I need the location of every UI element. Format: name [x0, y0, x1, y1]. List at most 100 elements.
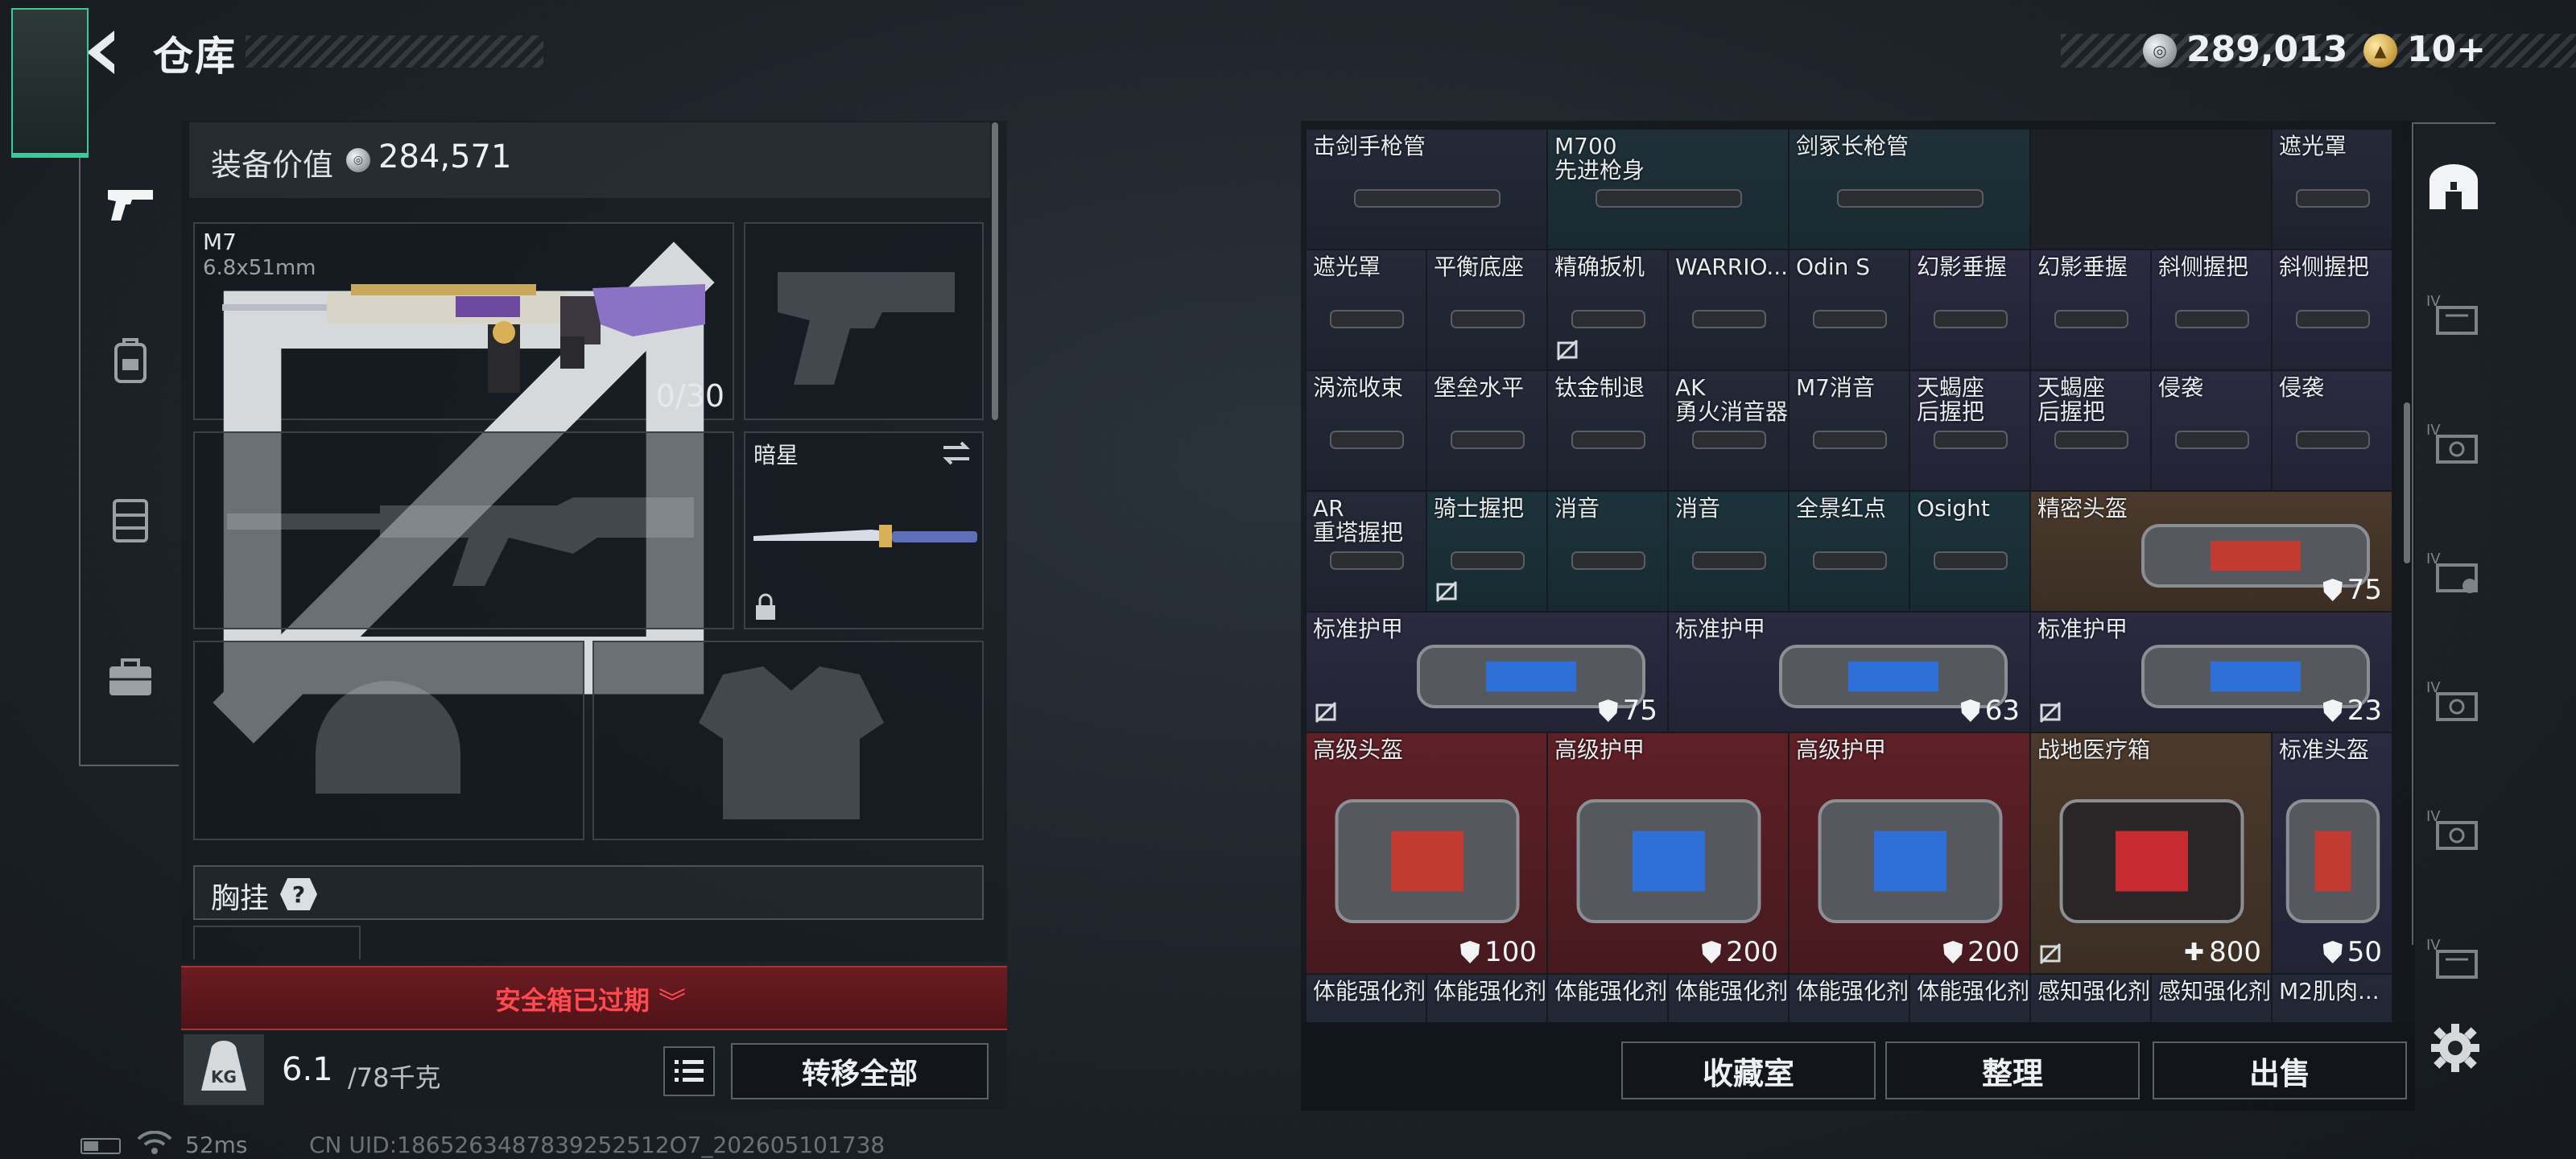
stash-item-label: M700 先进枪身 — [1554, 133, 1645, 184]
stash-item[interactable]: 侵袭 — [2272, 370, 2392, 491]
title-stripe-decoration — [246, 35, 543, 68]
shield-icon — [1960, 699, 1980, 722]
tier-iv-case-icon[interactable]: IV — [2423, 290, 2484, 338]
tier-iv-case-icon[interactable]: IV — [2423, 676, 2484, 724]
stash-item[interactable]: AK 勇火消音器 — [1668, 370, 1789, 491]
container-tab-icon[interactable] — [2423, 161, 2484, 209]
stash-item[interactable]: Osight — [1909, 491, 2030, 612]
stash-item-label: 战地医疗箱 — [2037, 736, 2151, 763]
stash-item[interactable]: 高级护甲 200 — [1547, 732, 1789, 974]
gold-currency-amount[interactable]: 10+ — [2407, 29, 2486, 70]
stash-item[interactable]: 消音 — [1547, 491, 1668, 612]
secondary-weapon-slot[interactable] — [744, 222, 984, 420]
no-trade-icon — [1435, 580, 1458, 603]
double-chevron-down-icon: ︾ — [658, 987, 686, 1019]
item-durability-value: 800 — [2209, 936, 2261, 968]
stash-item[interactable]: 斜侧握把 — [2272, 250, 2392, 370]
stash-item[interactable]: 斜侧握把 — [2151, 250, 2272, 370]
stash-item[interactable]: 剑冢长枪管 — [1789, 129, 2030, 250]
stash-item[interactable]: Odin S — [1789, 250, 1909, 370]
max-weight: /78千克 — [348, 1062, 441, 1093]
no-trade-icon — [1315, 701, 1337, 724]
stash-item[interactable]: 消音 — [1668, 491, 1789, 612]
settings-gear-icon[interactable] — [2429, 1022, 2481, 1074]
stash-item[interactable]: 精密头盔 75 — [2030, 491, 2392, 612]
stash-item[interactable]: 骑士握把 — [1426, 491, 1547, 612]
stash-grid: 击剑手枪管 M700 先进枪身 剑冢长枪管 遮光罩 遮光罩 平衡底座 精确扳机 WARRIO.… — [1306, 129, 2392, 1030]
stash-item[interactable]: 遮光罩 — [1306, 250, 1426, 370]
stash-item-label: Odin S — [1796, 254, 1871, 280]
stash-item[interactable]: 击剑手枪管 — [1306, 129, 1547, 250]
stash-item[interactable]: 平衡底座 — [1426, 250, 1547, 370]
stash-item[interactable]: 标准护甲 23 — [2030, 612, 2392, 732]
stash-item-label: M7消音 — [1796, 374, 1875, 401]
briefcase-icon[interactable] — [103, 650, 158, 705]
stash-item[interactable]: 标准头盔 50 — [2272, 732, 2392, 974]
stash-item-label: 体能强化剂 — [1554, 978, 1668, 1004]
stash-item[interactable]: 幻影垂握 — [2030, 250, 2151, 370]
stash-item[interactable]: 标准护甲 63 — [1668, 612, 2030, 732]
network-ping: 52ms — [185, 1132, 248, 1158]
stash-item-label: 精密头盔 — [2037, 495, 2128, 522]
item-durability: 50 — [2322, 936, 2382, 968]
stash-item[interactable]: 幻影垂握 — [1909, 250, 2030, 370]
stash-item-label: AR 重塔握把 — [1313, 495, 1404, 546]
stash-item-label: 感知强化剂 — [2158, 978, 2272, 1004]
vest-icon[interactable] — [103, 493, 158, 547]
tab-weapons[interactable] — [11, 8, 89, 158]
loadout-scrollbar[interactable] — [992, 122, 998, 420]
stash-item[interactable]: 高级头盔 100 — [1306, 732, 1547, 974]
stash-item[interactable]: M700 先进枪身 — [1547, 129, 1789, 250]
safe-box-status: 安全箱已过期 — [495, 985, 650, 1016]
stash-item[interactable]: 高级护甲 200 — [1789, 732, 2030, 974]
stash-item[interactable]: M7消音 — [1789, 370, 1909, 491]
primary-weapon-slot[interactable]: M7 6.8x51mm 0/30 — [193, 222, 734, 744]
tier-iv-case-icon[interactable]: IV — [2423, 934, 2484, 982]
stash-item-label: Osight — [1917, 495, 1990, 522]
lock-icon — [756, 593, 775, 620]
chest-rig-subslot[interactable] — [193, 926, 361, 959]
stash-scrollbar[interactable] — [2404, 402, 2410, 563]
stash-item[interactable]: AR 重塔握把 — [1306, 491, 1426, 612]
melee-weapon-slot[interactable]: 暗星 — [744, 431, 984, 629]
stash-item[interactable]: 钛金制退 — [1547, 370, 1668, 491]
pistol-silhouette-icon — [778, 272, 955, 385]
battery-icon — [80, 1138, 121, 1154]
shield-icon — [2322, 941, 2343, 963]
tier-iv-case-icon[interactable]: IV — [2423, 805, 2484, 853]
stash-item[interactable]: 堡垒水平 — [1426, 370, 1547, 491]
body-armor-slot[interactable] — [592, 641, 984, 840]
stash-item[interactable]: 侵袭 — [2151, 370, 2272, 491]
stash-item-label: 幻影垂握 — [2037, 254, 2128, 280]
stash-item[interactable]: 精确扳机 — [1547, 250, 1668, 370]
stash-item[interactable]: 天蝎座 后握把 — [1909, 370, 2030, 491]
transfer-all-button[interactable]: 转移全部 — [731, 1043, 989, 1099]
help-icon[interactable]: ? — [280, 878, 317, 910]
stash-item[interactable]: 全景红点 — [1789, 491, 1909, 612]
stash-item-label: 幻影垂握 — [1917, 254, 2008, 280]
helmet-slot[interactable] — [193, 641, 584, 840]
stash-item[interactable]: 遮光罩 — [2272, 129, 2392, 250]
stash-item[interactable]: 标准护甲 75 — [1306, 612, 1668, 732]
page-title: 仓库 — [153, 33, 237, 80]
secondary-primary-weapon-slot[interactable] — [193, 431, 734, 629]
stash-item[interactable]: WARRIO... — [1668, 250, 1789, 370]
stash-item[interactable] — [2030, 129, 2272, 250]
collection-room-button[interactable]: 收藏室 — [1621, 1041, 1876, 1099]
stash-item-label: 天蝎座 后握把 — [2037, 374, 2106, 425]
stash-item-label: AK 勇火消音器 — [1675, 374, 1789, 425]
sell-button[interactable]: 出售 — [2153, 1041, 2407, 1099]
stash-item[interactable]: 战地医疗箱 ✚ 800 — [2030, 732, 2272, 974]
list-view-button[interactable] — [663, 1046, 715, 1096]
backpack-icon[interactable] — [103, 333, 158, 388]
stash-item-label: 侵袭 — [2279, 374, 2325, 401]
tier-iv-case-icon[interactable]: IV — [2423, 547, 2484, 596]
wifi-icon — [137, 1130, 172, 1159]
stash-item[interactable]: 涡流收束 — [1306, 370, 1426, 491]
stash-item[interactable]: 天蝎座 后握把 — [2030, 370, 2151, 491]
item-image — [2031, 130, 2272, 250]
swap-icon[interactable] — [940, 439, 972, 467]
current-weight: 6.1 — [282, 1051, 333, 1088]
tier-iv-case-icon[interactable]: IV — [2423, 419, 2484, 467]
sort-button[interactable]: 整理 — [1885, 1041, 2140, 1099]
